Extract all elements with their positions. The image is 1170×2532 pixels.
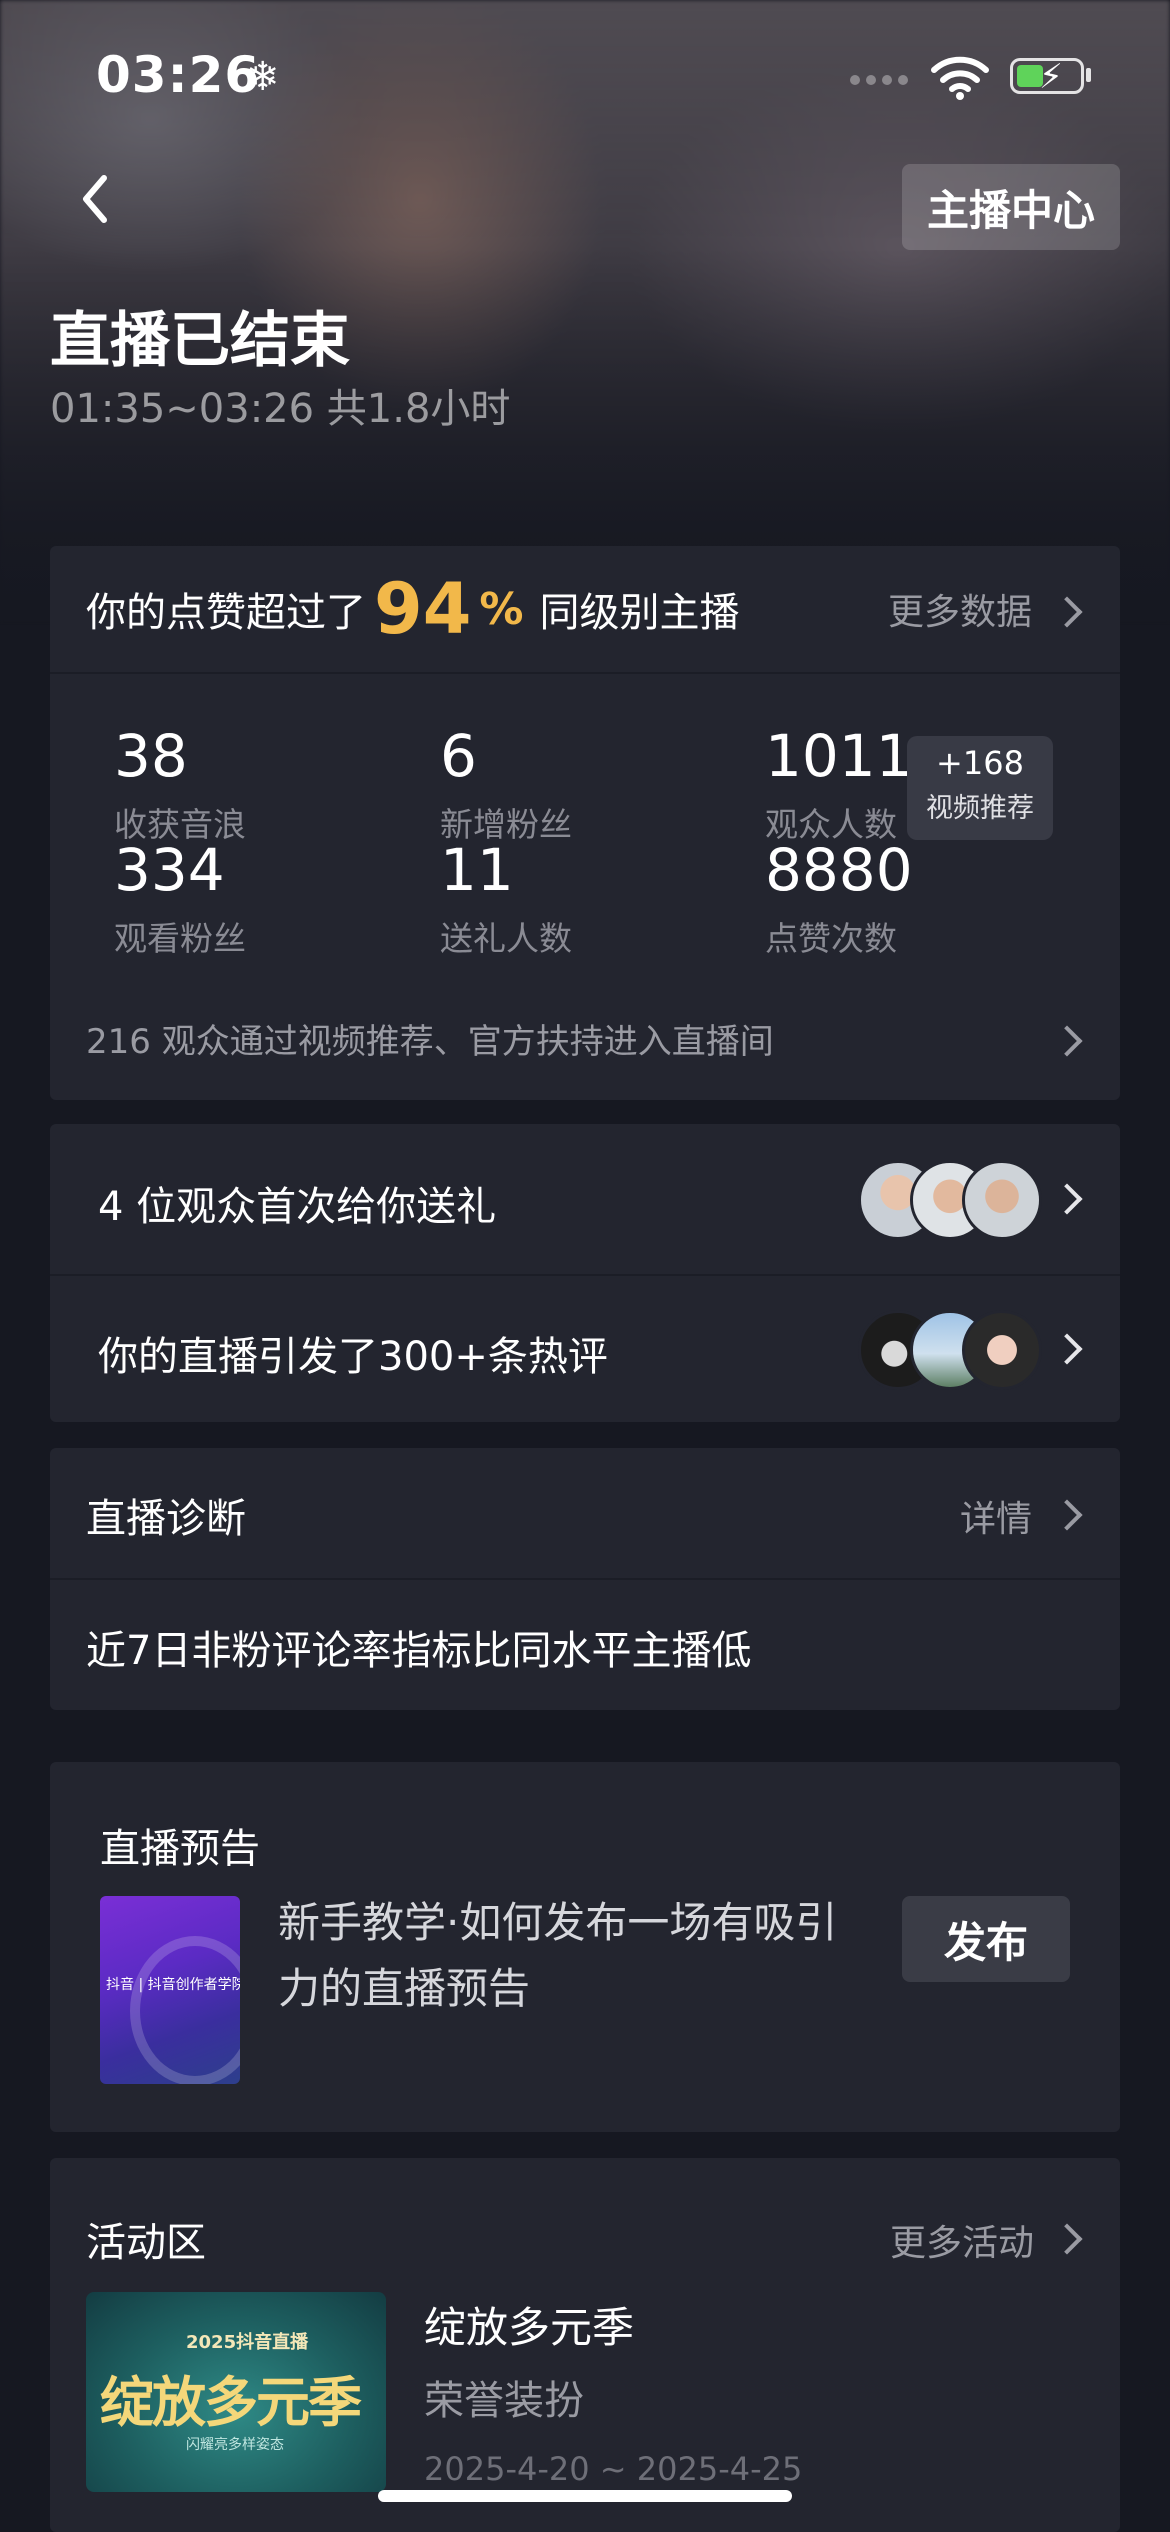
stat-value: 11 xyxy=(440,836,514,904)
activity-thumbnail[interactable]: 2025抖音直播 绽放多元季 闪耀亮多样姿态 xyxy=(86,2292,386,2492)
chevron-right-icon xyxy=(1051,1183,1083,1215)
like-ranking: 你的点赞超过了 94 % 同级别主播 xyxy=(86,546,740,672)
thumb-sub-text: 闪耀亮多样姿态 xyxy=(186,2437,284,2453)
live-preview-card: 直播预告 抖音 | 抖音创作者学院 新手教学·如何发布一场有吸引力的直播预告 发… xyxy=(50,1762,1120,2132)
stat-value: 38 xyxy=(114,722,188,790)
home-indicator[interactable] xyxy=(378,2490,792,2502)
live-summary-card: 你的点赞超过了 94 % 同级别主播 更多数据 38 收获音浪 6 新增粉丝 1… xyxy=(50,546,1120,1100)
page-title: 直播已结束 xyxy=(50,306,350,376)
first-gift-text: 4 位观众首次给你送礼 xyxy=(98,1184,497,1230)
stat-value: 1011 xyxy=(765,722,913,790)
chevron-right-icon xyxy=(1051,1025,1083,1057)
hot-comments-text: 你的直播引发了300+条热评 xyxy=(98,1334,608,1380)
like-ranking-prefix: 你的点赞超过了 xyxy=(86,590,366,636)
percent-sign: % xyxy=(479,583,524,635)
divider xyxy=(50,672,1120,674)
thumb-main-text: 绽放多元季 xyxy=(100,2371,362,2434)
back-button[interactable] xyxy=(70,164,130,234)
chevron-right-icon xyxy=(1051,1333,1083,1365)
boost-value: +168 xyxy=(936,744,1024,782)
first-gift-row[interactable]: 4 位观众首次给你送礼 xyxy=(50,1124,1120,1274)
hot-comments-row[interactable]: 你的直播引发了300+条热评 xyxy=(50,1276,1120,1422)
wifi-icon xyxy=(930,56,990,104)
activity-name[interactable]: 绽放多元季 xyxy=(424,2294,634,2355)
battery-icon: ⚡ xyxy=(1010,57,1084,97)
diagnosis-title: 直播诊断 xyxy=(86,1496,246,1542)
activities-card: 活动区 更多活动 2025抖音直播 绽放多元季 闪耀亮多样姿态 绽放多元季 荣誉… xyxy=(50,2158,1120,2532)
tiktok-logo-watermark xyxy=(130,1936,240,2084)
divider xyxy=(50,1578,1120,1580)
stat-label: 点赞次数 xyxy=(765,919,897,958)
traffic-source-note[interactable]: 216 观众通过视频推荐、官方扶持进入直播间 xyxy=(86,1014,774,1063)
stat-label: 观看粉丝 xyxy=(114,919,246,958)
boost-label: 视频推荐 xyxy=(926,793,1034,824)
diagnosis-card: 直播诊断 详情 近7日非粉评论率指标比同水平主播低 xyxy=(50,1448,1120,1710)
status-time: 03:26 xyxy=(96,46,261,104)
stat-value: 334 xyxy=(114,836,225,904)
publish-button[interactable]: 发布 xyxy=(902,1896,1070,1982)
thumb-top-text: 2025抖音直播 xyxy=(186,2332,309,2353)
preview-title: 直播预告 xyxy=(100,1826,260,1872)
comment-avatars xyxy=(858,1310,1048,1390)
diagnosis-message: 近7日非粉评论率指标比同水平主播低 xyxy=(86,1628,752,1674)
avatar xyxy=(962,1310,1042,1390)
activity-dates: 2025-4-20 ~ 2025-4-25 xyxy=(424,2450,803,2488)
snowflake-icon: ❄ xyxy=(246,54,280,100)
more-activities-link[interactable]: 更多活动 xyxy=(890,2214,1034,2266)
anchor-center-button[interactable]: 主播中心 xyxy=(902,164,1120,250)
stat-value: 8880 xyxy=(765,836,913,904)
tutorial-title[interactable]: 新手教学·如何发布一场有吸引力的直播预告 xyxy=(278,1890,838,2022)
signal-dots-icon xyxy=(850,70,920,85)
highlights-card: 4 位观众首次给你送礼 你的直播引发了300+条热评 xyxy=(50,1124,1120,1422)
chevron-right-icon xyxy=(1051,2223,1083,2255)
chevron-right-icon xyxy=(1051,1499,1083,1531)
live-time-range: 01:35~03:26 共1.8小时 xyxy=(50,386,511,432)
more-data-link[interactable]: 更多数据 xyxy=(888,546,1032,672)
chevron-left-icon xyxy=(83,175,107,223)
tutorial-thumbnail[interactable]: 抖音 | 抖音创作者学院 xyxy=(100,1896,240,2084)
gift-avatars xyxy=(858,1160,1048,1240)
stat-label: 送礼人数 xyxy=(440,919,572,958)
stat-value: 6 xyxy=(440,722,477,790)
like-percentile: 94 xyxy=(374,568,472,650)
activity-subtitle: 荣誉装扮 xyxy=(424,2378,584,2424)
diagnosis-detail-link[interactable]: 详情 xyxy=(960,1490,1032,1542)
activities-title: 活动区 xyxy=(86,2220,206,2266)
battery-tip xyxy=(1086,68,1091,82)
avatar xyxy=(962,1160,1042,1240)
tutorial-thumbnail-caption: 抖音 | 抖音创作者学院 xyxy=(106,1977,240,1993)
video-recommend-badge: +168 视频推荐 xyxy=(907,736,1053,840)
chevron-right-icon xyxy=(1051,596,1083,628)
like-ranking-suffix: 同级别主播 xyxy=(539,590,740,636)
